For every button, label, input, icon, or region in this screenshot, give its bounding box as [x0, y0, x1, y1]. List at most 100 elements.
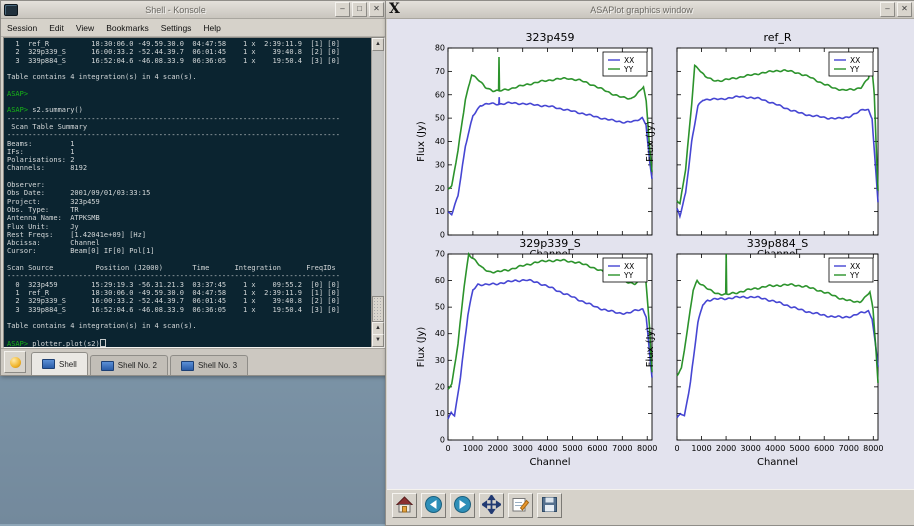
minimize-button[interactable]: – [335, 2, 350, 17]
home-button[interactable] [392, 493, 417, 518]
menu-item-bookmarks[interactable]: Bookmarks [100, 21, 155, 35]
subplot-329p339_S: 0100020003000400050006000700080000102030… [416, 237, 657, 468]
shell-tab-icon [42, 359, 55, 369]
maximize-button[interactable]: □ [352, 2, 367, 17]
konsole-titlebar[interactable]: Shell - Konsole –□✕ [1, 1, 387, 19]
shell-tab-icon [101, 361, 114, 371]
x-tick-label: 2000 [716, 444, 736, 453]
x-tick-label: 6000 [814, 444, 834, 453]
terminal-line: Polarisations: 2 [7, 156, 370, 164]
terminal-line: Project: 323p459 [7, 198, 370, 206]
menu-item-help[interactable]: Help [197, 21, 226, 35]
matplotlib-toolbar [387, 489, 914, 525]
scrollbar-thumb[interactable] [372, 296, 384, 322]
legend-label: XX [624, 262, 634, 271]
asaplot-window: X ASAPlot graphics window –✕ 0 10 20 30 40 50… [385, 0, 914, 526]
back-button[interactable] [421, 493, 446, 518]
desktop-screen: { "desktop": { "background_top": "#8ea6b… [0, 0, 914, 524]
y-tick-label: 30 [435, 160, 445, 169]
menu-item-view[interactable]: View [70, 21, 100, 35]
terminal-line: 1 ref_R 18:30:06.0 -49.59.30.0 04:47:58 … [7, 40, 370, 48]
asaplot-titlebar[interactable]: X ASAPlot graphics window –✕ [386, 1, 914, 19]
y-axis-label: Flux (Jy) [645, 121, 656, 162]
close-button[interactable]: ✕ [897, 2, 912, 17]
menu-item-session[interactable]: Session [1, 21, 43, 35]
terminal-line: 0 323p459 15:29:19.3 -56.31.21.3 03:37:4… [7, 281, 370, 289]
y-tick-label: 0 [440, 231, 445, 240]
y-tick-label: 20 [435, 382, 445, 391]
scroll-down-icon[interactable]: ▼ [372, 334, 384, 347]
new-session-button[interactable] [4, 351, 26, 373]
y-axis-label: Flux (Jy) [645, 327, 656, 368]
legend-label: YY [849, 65, 860, 74]
subplot-ref_R: XXYYref_RChannelFlux (Jy) [645, 31, 878, 260]
x-axis-label: Channel [757, 457, 798, 468]
terminal-line: Table contains 4 integration(s) in 4 sca… [7, 73, 370, 81]
tab-label: Shell [59, 360, 77, 369]
x-tick-label: 2000 [488, 444, 508, 453]
terminal-area[interactable]: 1 ref_R 18:30:06.0 -49.59.30.0 04:47:58 … [3, 37, 385, 348]
terminal-output: 1 ref_R 18:30:06.0 -49.59.30.0 04:47:58 … [7, 40, 370, 347]
legend-label: YY [623, 65, 634, 74]
tab-label: Shell No. 3 [198, 361, 237, 370]
subplots-button[interactable] [508, 493, 533, 518]
y-tick-label: 10 [435, 207, 445, 216]
save-icon [540, 495, 559, 517]
terminal-line [7, 330, 370, 338]
forward-button[interactable] [450, 493, 475, 518]
y-tick-label: 20 [435, 184, 445, 193]
desktop-background [0, 374, 385, 524]
terminal-line: 2 329p339_S 16:00:33.2 -52.44.39.7 06:01… [7, 297, 370, 305]
terminal-line: IFs: 1 [7, 148, 370, 156]
scroll-up-icon[interactable]: ▲ [372, 38, 384, 51]
tab-shell-no-2[interactable]: Shell No. 2 [90, 355, 168, 375]
asaplot-window-title: ASAPlot graphics window [405, 5, 878, 15]
save-button[interactable] [537, 493, 562, 518]
terminal-line: 1 ref_R 18:30:06.0 -49.59.30.0 04:47:58 … [7, 289, 370, 297]
terminal-scrollbar[interactable]: ▲ ▲ ▼ [371, 38, 384, 347]
close-button[interactable]: ✕ [369, 2, 384, 17]
legend: XXYY [829, 258, 873, 282]
y-tick-label: 70 [435, 67, 445, 76]
plots-svg: 01020304050607080XXYY323p459ChannelFlux … [387, 19, 914, 489]
terminal-line: ASAP> s2.summary() [7, 106, 370, 114]
konsole-tabbar: Shell Shell No. 2 Shell No. 3 [1, 348, 387, 375]
pan-button[interactable] [479, 493, 504, 518]
x-tick-label: 6000 [587, 444, 607, 453]
konsole-menubar: SessionEditViewBookmarksSettingsHelp [1, 19, 387, 37]
y-tick-label: 40 [435, 329, 445, 338]
figure-canvas[interactable]: 01020304050607080XXYY323p459ChannelFlux … [387, 19, 914, 489]
x-tick-label: 8000 [637, 444, 657, 453]
subplots-icon [511, 495, 530, 517]
tab-shell-no-3[interactable]: Shell No. 3 [170, 355, 248, 375]
terminal-line [7, 98, 370, 106]
x-tick-label: 7000 [612, 444, 632, 453]
legend-label: YY [623, 271, 634, 280]
terminal-line: 3 339p884_S 16:52:04.6 -46.08.33.9 06:36… [7, 306, 370, 314]
legend-label: XX [850, 262, 860, 271]
minimize-button[interactable]: – [880, 2, 895, 17]
terminal-line: Obs. Type: TR [7, 206, 370, 214]
subplot-323p459: 01020304050607080XXYY323p459ChannelFlux … [416, 31, 652, 260]
plot-title: 329p339_S [519, 237, 580, 250]
new-session-icon [10, 357, 21, 368]
terminal-line: ----------------------------------------… [7, 115, 370, 123]
terminal-line: Table contains 4 integration(s) in 4 sca… [7, 322, 370, 330]
terminal-line: Obs Date: 2001/09/01/03:33:15 [7, 189, 370, 197]
terminal-line: ----------------------------------------… [7, 131, 370, 139]
legend: XXYY [603, 258, 647, 282]
terminal-line: 3 339p884_S 16:52:04.6 -46.08.33.9 06:36… [7, 57, 370, 65]
legend: XXYY [603, 52, 647, 76]
tab-shell[interactable]: Shell [31, 352, 88, 375]
terminal-line: ASAP> plotter.plot(s2) [7, 339, 370, 347]
subplot-339p884_S: 010002000300040005000600070008000XXYY339… [645, 237, 883, 468]
terminal-line: 2 329p339_S 16:00:33.2 -52.44.39.7 06:01… [7, 48, 370, 56]
menu-item-edit[interactable]: Edit [43, 21, 70, 35]
y-tick-label: 10 [435, 409, 445, 418]
terminal-line: Flux Unit: Jy [7, 223, 370, 231]
menu-item-settings[interactable]: Settings [155, 21, 198, 35]
x-tick-label: 4000 [537, 444, 557, 453]
terminal-line: Channels: 8192 [7, 164, 370, 172]
y-tick-label: 50 [435, 114, 445, 123]
x-tick-label: 4000 [765, 444, 785, 453]
